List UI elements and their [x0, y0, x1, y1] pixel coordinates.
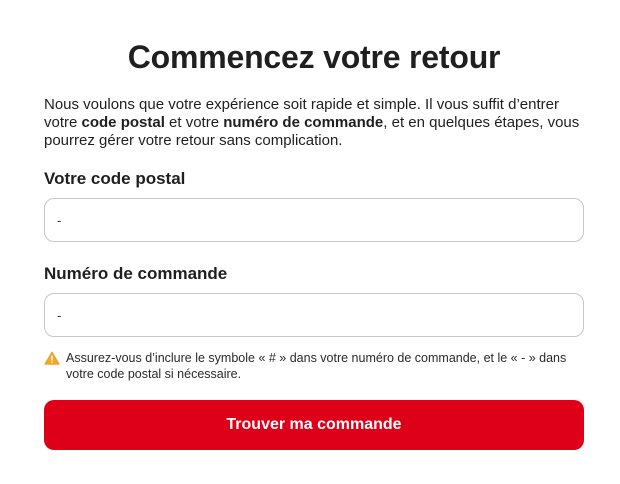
order-number-label: Numéro de commande — [44, 264, 228, 283]
postal-code-field-box[interactable] — [44, 198, 584, 242]
postal-code-label: Votre code postal — [44, 169, 186, 188]
format-hint: Assurez-vous d’inclure le symbole « # » … — [44, 350, 589, 382]
return-start-page: Commencez votre retour Nous voulons que … — [0, 0, 620, 484]
order-number-field-box[interactable] — [44, 293, 584, 337]
warning-icon — [44, 351, 60, 365]
intro-bold-postal: code postal — [81, 114, 165, 131]
order-number-input[interactable] — [57, 307, 571, 323]
postal-code-input[interactable] — [57, 212, 571, 228]
format-hint-text: Assurez-vous d’inclure le symbole « # » … — [66, 351, 567, 381]
intro-bold-order: numéro de commande — [223, 114, 384, 131]
intro-text-2: et votre — [164, 114, 224, 131]
intro-paragraph: Nous voulons que votre expérience soit r… — [44, 96, 589, 150]
find-order-button[interactable]: Trouver ma commande — [44, 400, 584, 450]
page-title: Commencez votre retour — [127, 39, 501, 75]
